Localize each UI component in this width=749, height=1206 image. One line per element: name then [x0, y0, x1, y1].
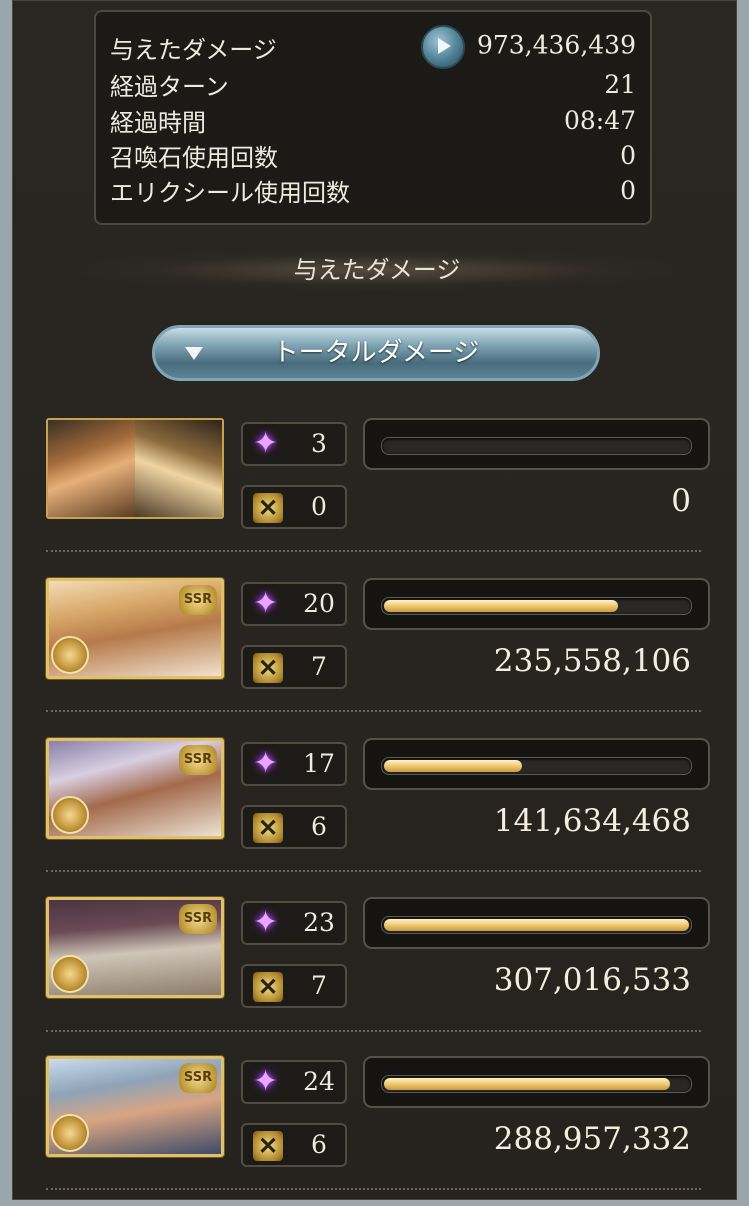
damage-bar-fill: [384, 919, 689, 931]
damage-bar: [363, 897, 710, 949]
ability-count: 3: [311, 429, 327, 458]
sparkle-icon: [253, 1064, 283, 1099]
ability-count-badge: 20: [241, 582, 347, 626]
time-label: 経過時間: [110, 108, 206, 137]
crossed-swords-icon: [253, 493, 283, 523]
element-icon: [51, 796, 89, 834]
character-portrait[interactable]: SSR: [46, 897, 224, 998]
turns-label: 経過ターン: [110, 72, 229, 101]
sparkle-icon: [253, 905, 283, 940]
character-damage: 0: [671, 483, 691, 519]
elixir-value: 0: [620, 175, 636, 205]
character-row: 3 0 0: [12, 418, 737, 568]
portrait-left: [48, 420, 135, 517]
summary-row-summons: 召喚石使用回数 0: [110, 138, 636, 172]
character-portrait[interactable]: [46, 418, 224, 519]
battle-summary-box: 与えたダメージ 973,436,439 経過ターン 21 経過時間 08:47 …: [94, 10, 652, 225]
character-row: SSR 17 6 141,634,468: [12, 738, 737, 888]
character-portrait[interactable]: SSR: [46, 578, 224, 679]
ougi-count: 6: [311, 1130, 327, 1159]
ougi-count-badge: 7: [241, 645, 347, 689]
battle-results-panel: 与えたダメージ 973,436,439 経過ターン 21 経過時間 08:47 …: [12, 0, 737, 1200]
ougi-count: 0: [311, 492, 327, 521]
element-icon: [51, 636, 89, 674]
crossed-swords-icon: [253, 653, 283, 683]
ability-count-badge: 17: [241, 742, 347, 786]
ougi-count: 7: [311, 652, 327, 681]
damage-bar-fill: [384, 1078, 671, 1090]
ougi-count-badge: 6: [241, 1123, 347, 1167]
character-row: SSR 24 6 288,957,332: [12, 1056, 737, 1206]
ability-count-badge: 23: [241, 901, 347, 945]
element-icon: [51, 955, 89, 993]
damage-bar-track: [381, 597, 692, 615]
character-portrait[interactable]: SSR: [46, 738, 224, 839]
damage-bar-track: [381, 916, 692, 934]
dropdown-label: トータルダメージ: [272, 338, 480, 368]
damage-bar: [363, 578, 710, 630]
rarity-badge: SSR: [179, 745, 217, 775]
character-portrait[interactable]: SSR: [46, 1056, 224, 1157]
character-damage: 235,558,106: [493, 643, 691, 679]
triangle-down-icon: [185, 347, 203, 360]
character-row: SSR 20 7 235,558,106: [12, 578, 737, 728]
damage-bar-track: [381, 1075, 692, 1093]
crossed-swords-icon: [253, 972, 283, 1002]
character-damage: 141,634,468: [493, 803, 691, 839]
sparkle-icon: [253, 586, 283, 621]
damage-type-dropdown[interactable]: トータルダメージ: [152, 325, 600, 381]
character-damage: 288,957,332: [493, 1121, 691, 1157]
sparkle-icon: [253, 746, 283, 781]
ougi-count-badge: 7: [241, 964, 347, 1008]
row-divider: [46, 870, 701, 872]
summary-row-elixir: エリクシール使用回数 0: [110, 173, 636, 207]
elixir-label: エリクシール使用回数: [110, 178, 350, 207]
damage-bar: [363, 1056, 710, 1108]
damage-bar-track: [381, 757, 692, 775]
element-icon: [51, 1114, 89, 1152]
section-title: 与えたダメージ: [82, 250, 672, 290]
time-value: 08:47: [563, 105, 636, 135]
rarity-badge: SSR: [179, 1063, 217, 1093]
turns-value: 21: [604, 69, 636, 99]
damage-bar: [363, 418, 710, 470]
damage-bar-fill: [384, 600, 618, 612]
crossed-swords-icon: [253, 1131, 283, 1161]
damage-value-wrap: 973,436,439: [420, 25, 636, 69]
summons-value: 0: [620, 140, 636, 170]
row-divider: [46, 1030, 701, 1032]
row-divider: [46, 710, 701, 712]
ougi-count-badge: 6: [241, 805, 347, 849]
ability-count: 23: [303, 908, 335, 937]
ougi-count: 6: [311, 812, 327, 841]
row-divider: [46, 1188, 701, 1190]
character-row: SSR 23 7 307,016,533: [12, 897, 737, 1047]
summary-row-turns: 経過ターン 21: [110, 67, 636, 101]
rarity-badge: SSR: [179, 585, 217, 615]
rarity-badge: SSR: [179, 904, 217, 934]
damage-bar-track: [381, 437, 692, 455]
summary-row-time: 経過時間 08:47: [110, 103, 636, 137]
play-icon[interactable]: [420, 25, 465, 69]
ougi-count: 7: [311, 971, 327, 1000]
damage-bar: [363, 738, 710, 790]
summary-row-damage: 与えたダメージ 973,436,439: [110, 25, 636, 69]
ability-count-badge: 24: [241, 1060, 347, 1104]
ability-count: 17: [303, 749, 335, 778]
total-damage-value: 973,436,439: [476, 30, 636, 60]
ougi-count-badge: 0: [241, 485, 347, 529]
summons-label: 召喚石使用回数: [110, 143, 278, 172]
sparkle-icon: [253, 426, 283, 461]
row-divider: [46, 550, 701, 552]
damage-label: 与えたダメージ: [110, 35, 277, 64]
portrait-pair: [48, 420, 222, 517]
ability-count-badge: 3: [241, 422, 347, 466]
ability-count: 24: [303, 1067, 335, 1096]
ability-count: 20: [303, 589, 335, 618]
damage-bar-fill: [384, 760, 523, 772]
crossed-swords-icon: [253, 813, 283, 843]
portrait-right: [135, 420, 222, 517]
character-damage: 307,016,533: [493, 962, 691, 998]
